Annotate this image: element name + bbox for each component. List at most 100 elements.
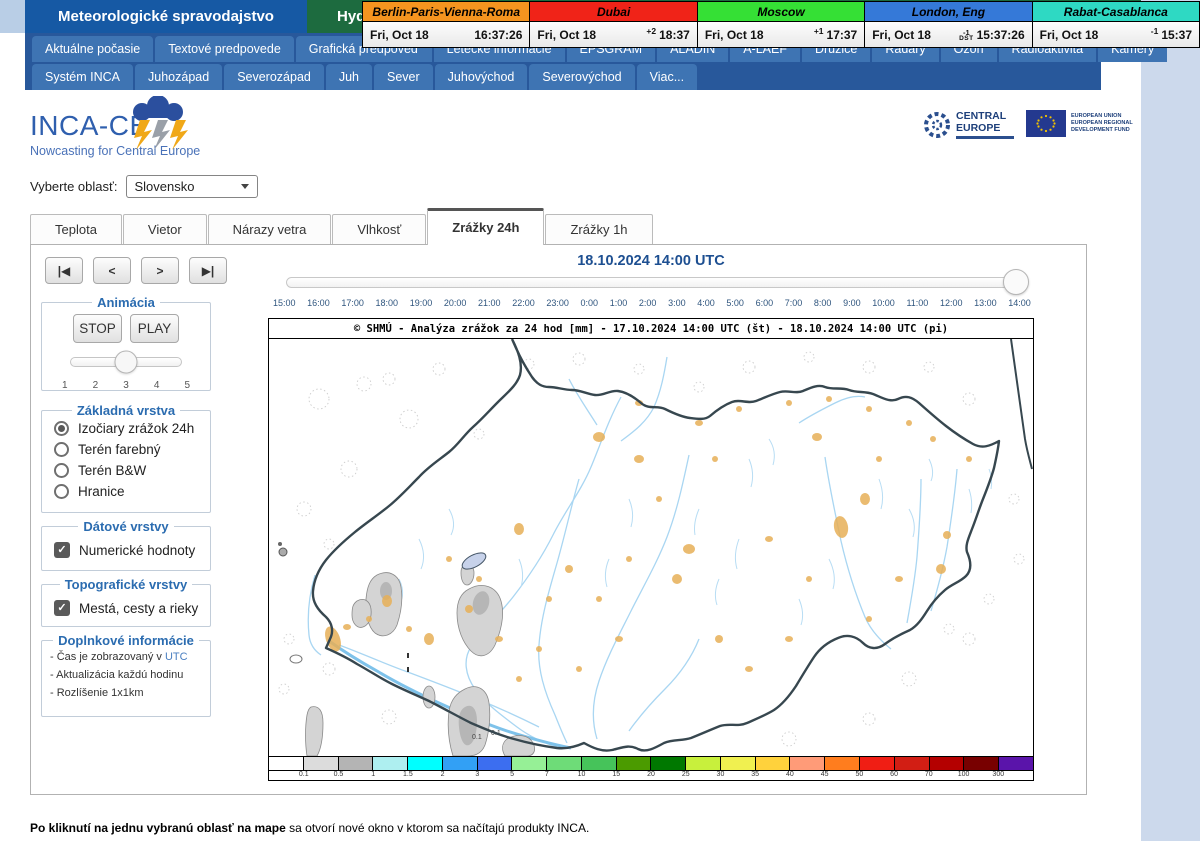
timeline-tick-label: 9:00	[843, 298, 861, 308]
timeline-tick-label: 17:00	[341, 298, 364, 308]
scale-boundary-label: 0.1	[299, 771, 309, 778]
nav-primary-tab[interactable]: Aktuálne počasie	[32, 36, 153, 62]
inca-ce-logo: INCA-CE Nowcasting for Central Europe	[30, 110, 270, 158]
product-tab[interactable]: Vietor	[123, 214, 207, 244]
nav-secondary-tab[interactable]: Severovýchod	[529, 64, 634, 90]
scale-boundary-label: 45	[821, 771, 829, 778]
scale-color-cell	[686, 757, 721, 770]
radio-option[interactable]: Hranice	[42, 481, 210, 502]
utc-link[interactable]: UTC	[165, 651, 188, 663]
prev-frame-button[interactable]: <	[93, 257, 131, 284]
scale-boundary-label: 1.5	[403, 771, 413, 778]
radio-option-label: Terén farebný	[78, 442, 161, 457]
clock-city-label: Berlin-Paris-Vienna-Roma	[363, 2, 529, 22]
scale-boundary-label: 100	[958, 771, 970, 778]
nav-secondary-tab[interactable]: Juhozápad	[135, 64, 222, 90]
region-select-value: Slovensko	[135, 179, 195, 194]
product-tab[interactable]: Vlhkosť	[332, 214, 426, 244]
nav-secondary-tab[interactable]: Juh	[326, 64, 372, 90]
clock-city-label: Rabat-Casablanca	[1033, 2, 1199, 22]
next-frame-button[interactable]: >	[141, 257, 179, 284]
checkbox-cities-roads-rivers[interactable]: Mestá, cesty a rieky	[42, 596, 210, 620]
clock-dst-offset: -1DST	[959, 29, 974, 43]
scale-boundary-label: 35	[751, 771, 759, 778]
speed-scale: 12345	[62, 380, 190, 391]
nav-secondary-tab[interactable]: Systém INCA	[32, 64, 133, 90]
radio-option-label: Hranice	[78, 484, 125, 499]
header-meteorology-label: Meteorologické spravodajstvo	[58, 8, 274, 25]
nav-secondary-tab[interactable]: Sever	[374, 64, 433, 90]
scale-color-cell	[860, 757, 895, 770]
speed-tick-label: 2	[93, 380, 99, 391]
timeline-tick-label: 3:00	[668, 298, 686, 308]
last-frame-button[interactable]: ▶|	[189, 257, 227, 284]
stop-button[interactable]: STOP	[73, 314, 122, 343]
clock-time-value: 16:37:26	[474, 28, 522, 42]
scale-color-cell	[999, 757, 1033, 770]
product-tab[interactable]: Teplota	[30, 214, 122, 244]
data-layers-legend: Dátové vrstvy	[78, 519, 173, 534]
additional-info-group: Doplnkové informácie - Čas je zobrazovan…	[41, 633, 211, 717]
info-line-utc-text: - Čas je zobrazovaný v	[50, 651, 165, 663]
region-select[interactable]: Slovensko	[126, 175, 258, 198]
timeline-tick-label: 19:00	[410, 298, 433, 308]
scale-boundary-label: 60	[890, 771, 898, 778]
precip-scale-labels: 0.10.511.5235710152025303540455060701003…	[269, 770, 1033, 779]
nav-secondary-tab[interactable]: Juhovýchod	[435, 64, 528, 90]
scale-boundary-label: 3	[475, 771, 479, 778]
checkbox-numeric-values[interactable]: Numerické hodnoty	[42, 538, 210, 562]
central-europe-line2: EUROPE	[956, 122, 1000, 134]
radio-option[interactable]: Izočiary zrážok 24h	[42, 418, 210, 439]
frame-stepper: |◀ < > ▶|	[45, 257, 227, 284]
first-frame-button[interactable]: |◀	[45, 257, 83, 284]
checkbox-checked-icon	[54, 600, 70, 616]
radio-option[interactable]: Terén B&W	[42, 460, 210, 481]
product-tab[interactable]: Zrážky 1h	[545, 214, 652, 244]
timeline-tick-label: 6:00	[756, 298, 774, 308]
nav-secondary-tab[interactable]: Severozápad	[224, 64, 324, 90]
clock-offset: +2	[646, 26, 656, 36]
speed-tick-label: 3	[123, 380, 129, 391]
speed-tick-label: 5	[184, 380, 190, 391]
chevron-down-icon	[241, 184, 249, 189]
clock-date: Fri, Oct 18	[537, 28, 596, 42]
base-layer-group: Základná vrstva Izočiary zrážok 24hTerén…	[41, 403, 211, 513]
clock-time-value: 15:37:26	[977, 28, 1025, 42]
timeline-tick-label: 18:00	[376, 298, 399, 308]
eu-line2: EUROPEAN REGIONAL	[1071, 120, 1133, 126]
scale-color-cell	[443, 757, 478, 770]
scale-color-cell	[651, 757, 686, 770]
clock-date: Fri, Oct 18	[872, 28, 931, 42]
precipitation-map[interactable]: © SHMÚ - Analýza zrážok za 24 hod [mm] -…	[268, 318, 1034, 781]
footer-note-rest: sa otvorí nové okno v ktorom sa načítajú…	[286, 821, 589, 835]
scale-boundary-label: 15	[612, 771, 620, 778]
scale-color-cell	[582, 757, 617, 770]
world-clocks-bar: Berlin-Paris-Vienna-Roma Fri, Oct 18 16:37…	[362, 1, 1200, 48]
footer-note-bold: Po kliknutí na jednu vybranú oblasť na m…	[30, 821, 286, 835]
clock-date: Fri, Oct 18	[705, 28, 764, 42]
speed-slider[interactable]	[70, 357, 182, 367]
header-meteorology[interactable]: Meteorologické spravodajstvo	[25, 0, 307, 33]
region-select-label: Vyberte oblasť:	[30, 179, 118, 194]
scale-color-cell	[373, 757, 408, 770]
nav-primary-tab[interactable]: Textové predpovede	[155, 36, 294, 62]
scale-boundary-label: 70	[925, 771, 933, 778]
time-slider-handle[interactable]	[1003, 269, 1029, 295]
additional-info-legend: Doplnkové informácie	[53, 633, 199, 648]
product-tab[interactable]: Zrážky 24h	[427, 208, 544, 245]
scale-color-cell	[825, 757, 860, 770]
radio-selected-icon	[54, 421, 69, 436]
product-tabs: TeplotaVietorNárazy vetraVlhkosťZrážky 2…	[30, 212, 654, 244]
play-button[interactable]: PLAY	[130, 314, 179, 343]
product-tab[interactable]: Nárazy vetra	[208, 214, 332, 244]
speed-slider-handle[interactable]	[115, 351, 138, 374]
eu-line3: DEVELOPMENT FUND	[1071, 127, 1130, 133]
slovakia-map-canvas[interactable]: 0.1 0.1	[269, 339, 1033, 756]
radio-option[interactable]: Terén farebný	[42, 439, 210, 460]
timeline-tick-label: 7:00	[785, 298, 803, 308]
time-slider-track[interactable]	[286, 277, 1021, 288]
timeline-tick-label: 1:00	[610, 298, 628, 308]
timeline-tick-label: 2:00	[639, 298, 657, 308]
scale-boundary-label: 7	[545, 771, 549, 778]
nav-secondary-tab[interactable]: Viac...	[637, 64, 698, 90]
